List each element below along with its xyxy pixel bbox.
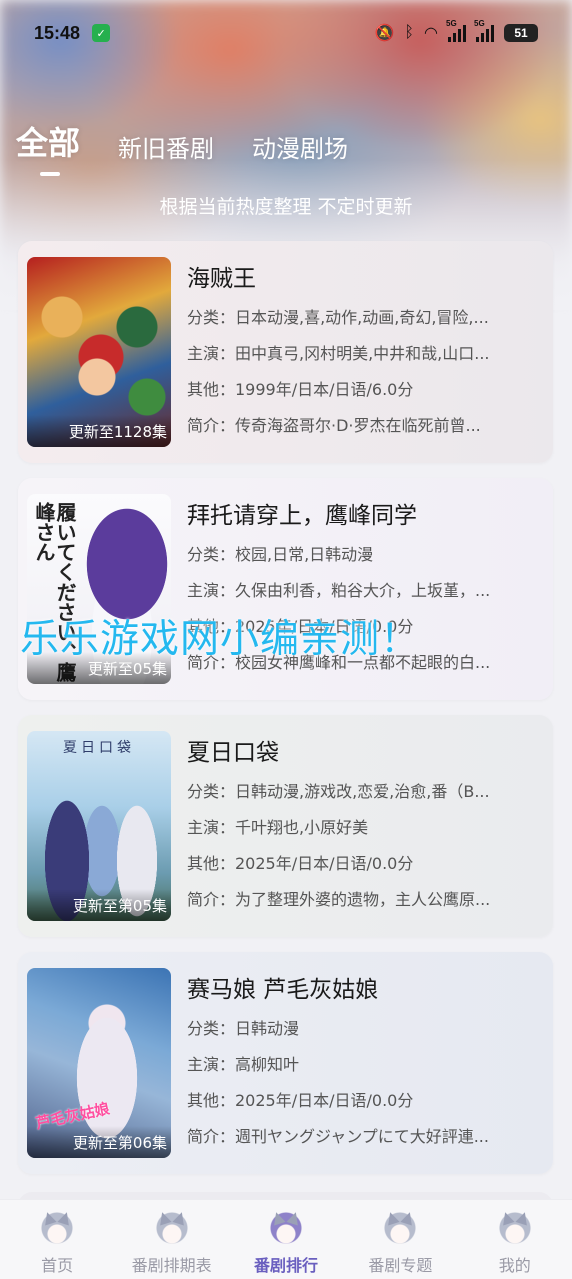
watermark-text: 乐乐游戏网小编亲测！ bbox=[20, 617, 421, 662]
episode-badge: 更新至第05集 bbox=[27, 889, 171, 921]
item-title: 赛马娘 芦毛灰姑娘 bbox=[187, 977, 379, 1003]
item-intro: 简介：传奇海盗哥尔·D·罗杰在临死前曾... bbox=[187, 416, 481, 435]
nav-label: 番剧排行 bbox=[253, 1256, 318, 1275]
item-cast: 主演：千叶翔也,小原好美 bbox=[187, 818, 369, 837]
list-item[interactable]: 夏日口袋 更新至第05集 夏日口袋 分类：日韩动漫,游戏改,恋爱,治愈,番（B.… bbox=[18, 715, 553, 937]
episode-badge: 更新至1128集 bbox=[27, 415, 171, 447]
poster-image: 更新至1128集 bbox=[27, 257, 171, 447]
nav-label: 我的 bbox=[498, 1256, 531, 1275]
item-title: 夏日口袋 bbox=[187, 740, 279, 766]
wifi-icon: ◠ bbox=[424, 25, 438, 42]
item-category: 分类：日本动漫,喜,动作,动画,奇幻,冒险,... bbox=[187, 308, 489, 327]
nav-label: 首页 bbox=[41, 1256, 74, 1275]
nav-home[interactable]: 首页 bbox=[2, 1212, 112, 1276]
bluetooth-icon: ᛒ bbox=[404, 24, 415, 41]
nav-label: 番剧专题 bbox=[368, 1256, 433, 1275]
item-intro: 简介：为了整理外婆的遗物，主人公鹰原... bbox=[187, 890, 491, 909]
item-title: 海贼王 bbox=[187, 266, 256, 292]
catgirl-avatar-icon bbox=[268, 1212, 303, 1246]
item-other: 其他：2025年/日本/日语/0.0分 bbox=[187, 854, 414, 873]
episode-badge: 更新至第06集 bbox=[27, 1126, 171, 1158]
signal-icon-2: 5G bbox=[474, 19, 494, 42]
item-cast: 主演：高柳知叶 bbox=[187, 1055, 300, 1074]
item-title: 拜托请穿上，鹰峰同学 bbox=[187, 503, 417, 529]
status-time: 15:48 bbox=[34, 22, 81, 43]
anime-list: 更新至1128集 海贼王 分类：日本动漫,喜,动作,动画,奇幻,冒险,... 主… bbox=[18, 241, 553, 1189]
nav-label: 番剧排期表 bbox=[131, 1256, 212, 1275]
category-tabs: 全部 新旧番剧 动漫剧场 bbox=[16, 118, 348, 176]
ranking-subtitle: 根据当前热度整理 不定时更新 bbox=[159, 196, 413, 218]
tab-all[interactable]: 全部 bbox=[16, 118, 80, 176]
item-category: 分类：校园,日常,日韩动漫 bbox=[187, 545, 374, 564]
catgirl-avatar-icon bbox=[40, 1212, 75, 1246]
nav-schedule[interactable]: 番剧排期表 bbox=[117, 1212, 227, 1276]
list-item[interactable]: 芦毛灰姑娘 更新至第06集 赛马娘 芦毛灰姑娘 分类：日韩动漫 主演：高柳知叶 … bbox=[18, 952, 553, 1174]
poster-image: 夏日口袋 更新至第05集 bbox=[27, 731, 171, 921]
status-icons: 🔕 ᛒ ◠ 5G 5G 51 bbox=[374, 19, 538, 43]
item-intro: 简介：週刊ヤングジャンプにて大好評連... bbox=[187, 1127, 489, 1146]
bottom-nav: 首页 番剧排期表 番剧排行 番剧专题 我的 bbox=[0, 1199, 572, 1279]
poster-title-text: 夏日口袋 bbox=[63, 740, 135, 756]
tab-new-old-series[interactable]: 新旧番剧 bbox=[118, 129, 214, 164]
tab-anime-theater[interactable]: 动漫剧场 bbox=[252, 129, 348, 164]
poster-image: 芦毛灰姑娘 更新至第06集 bbox=[27, 968, 171, 1158]
item-other: 其他：1999年/日本/日语/6.0分 bbox=[187, 380, 414, 399]
item-category: 分类：日韩动漫 bbox=[187, 1019, 300, 1038]
status-bar: 15:48 ✓ 🔕 ᛒ ◠ 5G 5G 51 bbox=[0, 0, 572, 66]
catgirl-avatar-icon bbox=[154, 1212, 189, 1246]
catgirl-avatar-icon bbox=[383, 1212, 418, 1246]
mute-icon: 🔕 bbox=[374, 25, 395, 42]
catgirl-avatar-icon bbox=[497, 1212, 532, 1246]
battery-icon: 51 bbox=[504, 24, 538, 42]
item-cast: 主演：久保由利香，粕谷大介，上坂堇，... bbox=[187, 581, 491, 600]
nav-ranking[interactable]: 番剧排行 bbox=[231, 1212, 341, 1276]
shield-check-icon: ✓ bbox=[92, 24, 111, 42]
list-item[interactable]: 更新至1128集 海贼王 分类：日本动漫,喜,动作,动画,奇幻,冒险,... 主… bbox=[18, 241, 553, 463]
item-cast: 主演：田中真弓,冈村明美,中井和哉,山口... bbox=[187, 344, 490, 363]
signal-icon: 5G bbox=[446, 19, 466, 42]
item-category: 分类：日韩动漫,游戏改,恋爱,治愈,番（B... bbox=[187, 782, 490, 801]
nav-profile[interactable]: 我的 bbox=[460, 1212, 570, 1276]
list-item[interactable]: 履いてください、鷹峰さん 更新至05集 拜托请穿上，鹰峰同学 分类：校园,日常,… bbox=[18, 478, 553, 700]
item-other: 其他：2025年/日本/日语/0.0分 bbox=[187, 1091, 414, 1110]
nav-topics[interactable]: 番剧专题 bbox=[345, 1212, 455, 1276]
